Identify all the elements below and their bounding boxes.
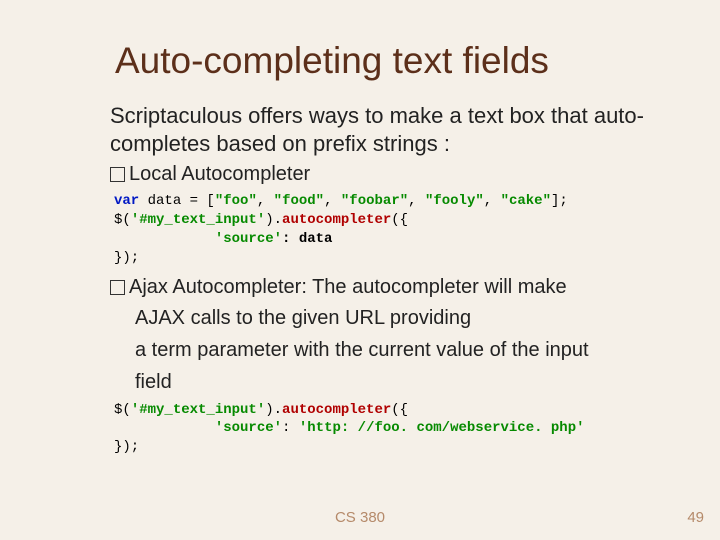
bullet-ajax-rest: The autocompleter will make xyxy=(312,276,567,298)
code-text: ]; xyxy=(551,193,568,209)
code-text: : data xyxy=(282,231,332,247)
bullet-ajax-lead: Ajax Autocompleter: xyxy=(129,276,312,298)
code-string: 'source' xyxy=(215,420,282,436)
code-text: ({ xyxy=(391,212,408,228)
code-string: "food" xyxy=(274,193,324,209)
code-text: $( xyxy=(114,212,131,228)
slide: Auto-completing text fields Scriptaculou… xyxy=(0,0,720,540)
code-text: , xyxy=(257,193,274,209)
code-string: 'http: //foo. com/webservice. php' xyxy=(299,420,585,436)
intro-text: Scriptaculous offers ways to make a text… xyxy=(110,102,670,157)
bullet-local: Local Autocompleter xyxy=(110,163,670,186)
code-block-1: var data = ["foo", "food", "foobar", "fo… xyxy=(114,192,670,268)
code-keyword: var xyxy=(114,193,139,209)
bullet-local-label: Local Autocompleter xyxy=(129,163,310,186)
bullet-ajax: Ajax Autocompleter: The autocompleter wi… xyxy=(110,276,670,299)
code-call: autocompleter xyxy=(282,212,391,228)
code-text: data = [ xyxy=(139,193,215,209)
code-string: "foobar" xyxy=(341,193,408,209)
code-text: ). xyxy=(265,212,282,228)
bullet-ajax-cont-3: field xyxy=(135,369,670,395)
code-text: , xyxy=(408,193,425,209)
code-call: autocompleter xyxy=(282,402,391,418)
code-string: "fooly" xyxy=(425,193,484,209)
code-text: }); xyxy=(114,439,139,455)
code-text: $( xyxy=(114,402,131,418)
code-block-2: $('#my_text_input').autocompleter({ 'sou… xyxy=(114,401,670,458)
code-string: "cake" xyxy=(501,193,551,209)
bullet-ajax-cont-1: AJAX calls to the given URL providing xyxy=(135,305,670,331)
square-bullet-icon xyxy=(110,167,125,182)
code-text: : xyxy=(282,420,299,436)
code-text: ). xyxy=(265,402,282,418)
slide-title: Auto-completing text fields xyxy=(115,40,670,82)
code-text: }); xyxy=(114,250,139,266)
square-bullet-icon xyxy=(110,280,125,295)
code-indent xyxy=(114,231,215,247)
code-string: "foo" xyxy=(215,193,257,209)
code-string: '#my_text_input' xyxy=(131,402,265,418)
page-number: 49 xyxy=(687,509,704,526)
code-indent xyxy=(114,420,215,436)
code-string: 'source' xyxy=(215,231,282,247)
bullet-ajax-cont-2: a term parameter with the current value … xyxy=(135,337,670,363)
code-text: ({ xyxy=(391,402,408,418)
code-string: '#my_text_input' xyxy=(131,212,265,228)
footer-label: CS 380 xyxy=(0,509,720,526)
code-text: , xyxy=(324,193,341,209)
bullet-ajax-label: Ajax Autocompleter: The autocompleter wi… xyxy=(129,276,567,299)
code-text: , xyxy=(484,193,501,209)
